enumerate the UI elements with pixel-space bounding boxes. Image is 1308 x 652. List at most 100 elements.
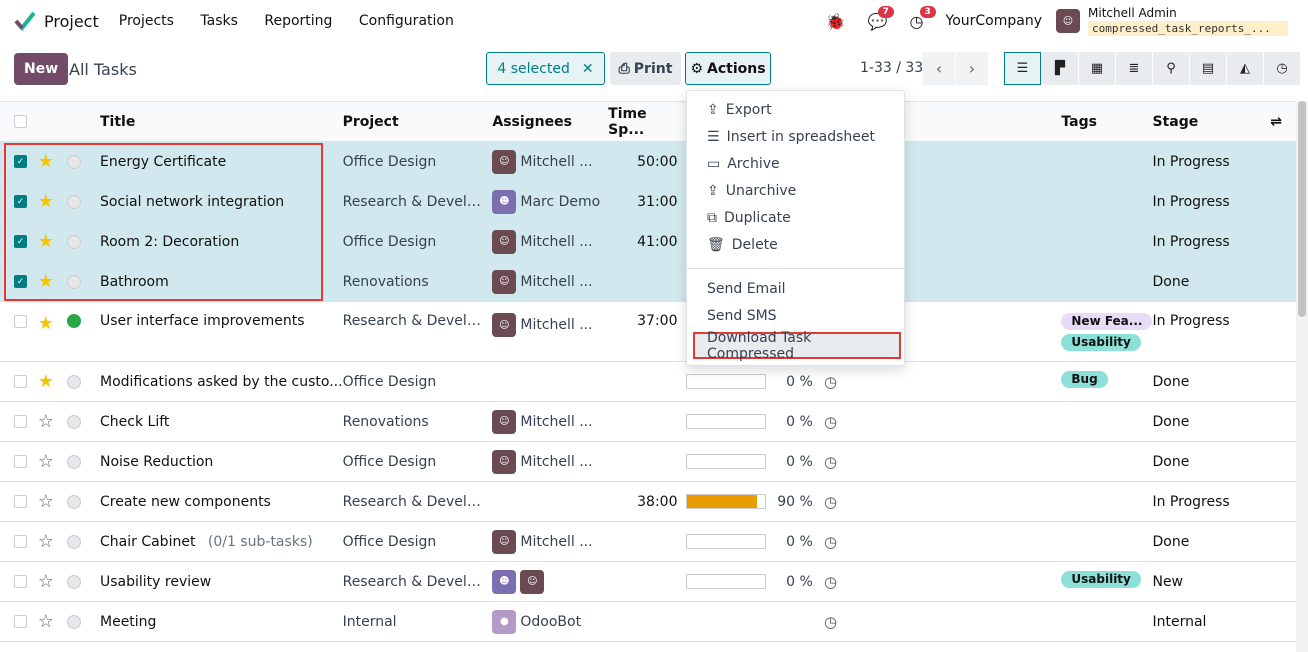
menu-send-sms[interactable]: Send SMS — [707, 308, 777, 324]
row-checkbox[interactable]: ✓ — [14, 275, 27, 288]
activity-clock-icon[interactable]: ◷ 3 — [910, 5, 936, 31]
status-dot[interactable] — [67, 274, 82, 289]
status-dot[interactable] — [67, 414, 82, 429]
status-dot[interactable] — [67, 534, 82, 549]
col-title[interactable]: Title — [100, 101, 343, 142]
status-dot[interactable] — [67, 374, 82, 389]
table-row[interactable]: ☆ Chair Cabinet (0/1 sub-tasks) Office D… — [0, 521, 1296, 562]
pager-value[interactable]: 1-33 / 33 — [860, 60, 923, 76]
star-filled-icon[interactable]: ★ — [38, 313, 54, 334]
menu-archive[interactable]: ▭ Archive — [707, 156, 780, 172]
pager-previous[interactable]: ‹ — [923, 52, 955, 85]
star-outline-icon[interactable]: ☆ — [38, 611, 54, 632]
table-row[interactable]: ☆ Meeting Internal ● OdooBot ◷ Internal — [0, 601, 1296, 642]
status-dot[interactable] — [67, 454, 82, 469]
table-row[interactable]: ★ Modifications asked by the custo... Of… — [0, 361, 1296, 402]
status-dot[interactable] — [67, 614, 82, 629]
table-row[interactable]: ☆ Noise Reduction Office Design ☺ Mitchel… — [0, 441, 1296, 482]
star-outline-icon[interactable]: ☆ — [38, 411, 54, 432]
star-filled-icon[interactable]: ★ — [38, 231, 54, 252]
activity-clock-icon[interactable]: ◷ — [824, 453, 837, 471]
debug-bug-icon[interactable]: 🐞 — [826, 12, 846, 31]
star-outline-icon[interactable]: ☆ — [38, 491, 54, 512]
status-dot[interactable] — [67, 574, 82, 589]
activity-clock-icon[interactable]: ◷ — [824, 533, 837, 551]
activity-clock-icon[interactable]: ◷ — [824, 613, 837, 631]
optional-columns-icon[interactable]: ⇌ — [1270, 114, 1282, 130]
menu-configuration[interactable]: Configuration — [359, 13, 454, 29]
row-checkbox[interactable] — [14, 535, 27, 548]
select-all-checkbox[interactable] — [14, 115, 27, 128]
row-checkbox[interactable]: ✓ — [14, 195, 27, 208]
menu-unarchive[interactable]: ⇪ Unarchive — [707, 183, 796, 199]
user-menu[interactable]: Mitchell Admin compressed_task_reports_.… — [1088, 6, 1288, 36]
table-row[interactable]: ☆ Usability review Research & Develo... … — [0, 561, 1296, 602]
activity-clock-icon[interactable]: ◷ — [824, 413, 837, 431]
row-checkbox[interactable] — [14, 575, 27, 588]
table-row[interactable]: ★ User interface improvements Research &… — [0, 301, 1296, 362]
row-checkbox[interactable] — [14, 455, 27, 468]
activity-clock-icon[interactable]: ◷ — [824, 573, 837, 591]
view-pivot-icon[interactable]: ▤ — [1189, 52, 1226, 85]
status-dot[interactable] — [67, 194, 82, 209]
col-assignees[interactable]: Assignees — [492, 101, 609, 142]
star-filled-icon[interactable]: ★ — [38, 151, 54, 172]
view-kanban-icon[interactable]: ▛ — [1041, 52, 1078, 85]
chat-icon[interactable]: 💬 7 — [868, 5, 894, 31]
user-avatar[interactable]: ☺ — [1056, 9, 1080, 33]
menu-delete[interactable]: 🗑 Delete — [707, 237, 778, 253]
row-checkbox[interactable] — [14, 314, 27, 328]
menu-insert-spreadsheet[interactable]: ☰ Insert in spreadsheet — [707, 129, 875, 145]
company-switcher[interactable]: YourCompany — [946, 13, 1043, 29]
selection-badge[interactable]: 4 selected ✕ — [486, 52, 605, 85]
status-dot[interactable] — [67, 154, 82, 169]
table-row[interactable]: ☆ Check Lift Renovations ☺ Mitchell ... 0… — [0, 401, 1296, 442]
menu-reporting[interactable]: Reporting — [264, 13, 332, 29]
star-outline-icon[interactable]: ☆ — [38, 451, 54, 472]
table-row[interactable]: ✓ ★ Bathroom Renovations ☺ Mitchell ... D… — [0, 261, 1296, 302]
menu-projects[interactable]: Projects — [119, 13, 174, 29]
star-filled-icon[interactable]: ★ — [38, 271, 54, 292]
table-row[interactable]: ✓ ★ Room 2: Decoration Office Design ☺ Mi… — [0, 221, 1296, 262]
view-graph-icon[interactable]: ◭ — [1226, 52, 1263, 85]
app-name[interactable]: Project — [44, 12, 99, 31]
row-checkbox[interactable] — [14, 495, 27, 508]
star-filled-icon[interactable]: ★ — [38, 371, 54, 392]
activity-clock-icon[interactable]: ◷ — [824, 373, 837, 391]
view-activity-icon[interactable]: ◷ — [1263, 52, 1300, 85]
star-outline-icon[interactable]: ☆ — [38, 531, 54, 552]
table-row[interactable]: ✓ ★ Energy Certificate Office Design ☺ Mi… — [0, 141, 1296, 182]
row-checkbox[interactable] — [14, 375, 27, 388]
menu-export[interactable]: ⇪ Export — [707, 102, 772, 118]
col-stage[interactable]: Stage ⇌ — [1152, 101, 1296, 142]
table-row[interactable]: ✓ ★ Social network integration Research … — [0, 181, 1296, 222]
activity-clock-icon[interactable]: ◷ — [824, 493, 837, 511]
row-checkbox[interactable]: ✓ — [14, 235, 27, 248]
scrollbar[interactable] — [1296, 101, 1308, 652]
star-outline-icon[interactable]: ☆ — [38, 571, 54, 592]
view-map-icon[interactable]: ⚲ — [1152, 52, 1189, 85]
row-checkbox[interactable]: ✓ — [14, 155, 27, 168]
status-dot[interactable] — [67, 314, 82, 328]
scrollbar-thumb[interactable] — [1298, 101, 1306, 317]
star-filled-icon[interactable]: ★ — [38, 191, 54, 212]
view-list-icon[interactable]: ☰ — [1004, 52, 1041, 85]
new-button[interactable]: New — [14, 53, 69, 85]
print-button[interactable]: ⎙ Print — [610, 52, 681, 85]
col-time-spent[interactable]: Time Sp... — [608, 101, 686, 142]
row-checkbox[interactable] — [14, 615, 27, 628]
row-checkbox[interactable] — [14, 415, 27, 428]
view-calendar-icon[interactable]: ▦ — [1078, 52, 1115, 85]
pager-next[interactable]: › — [956, 52, 988, 85]
table-row[interactable]: ☆ Create new components Research & Devel… — [0, 481, 1296, 522]
menu-duplicate[interactable]: ⧉ Duplicate — [707, 210, 791, 226]
col-tags[interactable]: Tags — [1061, 101, 1153, 142]
clear-selection-icon[interactable]: ✕ — [582, 61, 594, 77]
menu-send-email[interactable]: Send Email — [707, 281, 786, 297]
view-gantt-icon[interactable]: ≣ — [1115, 52, 1152, 85]
status-dot[interactable] — [67, 234, 82, 249]
actions-button[interactable]: ⚙ Actions — [685, 52, 771, 85]
menu-download-task-compressed[interactable]: Download Task Compressed — [693, 330, 901, 362]
col-project[interactable]: Project — [342, 101, 493, 142]
menu-tasks[interactable]: Tasks — [200, 13, 238, 29]
